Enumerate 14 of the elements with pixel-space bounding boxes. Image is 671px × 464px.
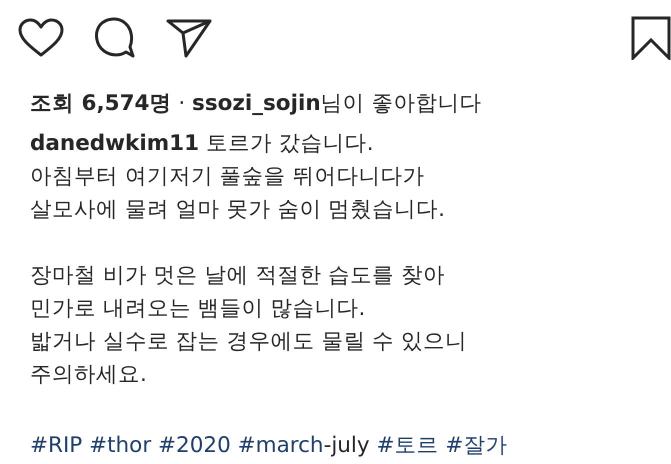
hashtag-link[interactable]: #RIP [30, 433, 82, 458]
hashtag-link[interactable]: #thor [89, 433, 152, 458]
caption-text: danedwkim11 토르가 갔습니다. 아침부터 여기저기 풀숲을 뛰어다니다가 살모사에 물려 얼마 못가 숨이 멈췄습니다. [30, 130, 446, 224]
caption-text: 장마철 비가 멋은 날에 적절한 습도를 찾아 민가로 내려오는 뱀들이 많습니다. 밟거나 실수로 잡는 경우에도 물릴 수 있으니 주의하세요. [30, 262, 468, 389]
hashtag-link[interactable]: #토르 [376, 433, 438, 458]
hashtag-link[interactable]: #march [238, 433, 324, 458]
bookmark-icon[interactable] [631, 16, 671, 60]
hashtag-link[interactable]: #2020 [158, 433, 231, 458]
send-icon[interactable] [166, 18, 212, 58]
comment-icon[interactable] [94, 17, 136, 59]
likes-summary: 조회 6,574명 · ssozi_sojin님이 좋아합니다 [30, 90, 482, 118]
hashtag-link[interactable]: #잘가 [445, 433, 508, 458]
caption-text: -july [324, 433, 370, 458]
heart-icon[interactable] [18, 18, 64, 58]
